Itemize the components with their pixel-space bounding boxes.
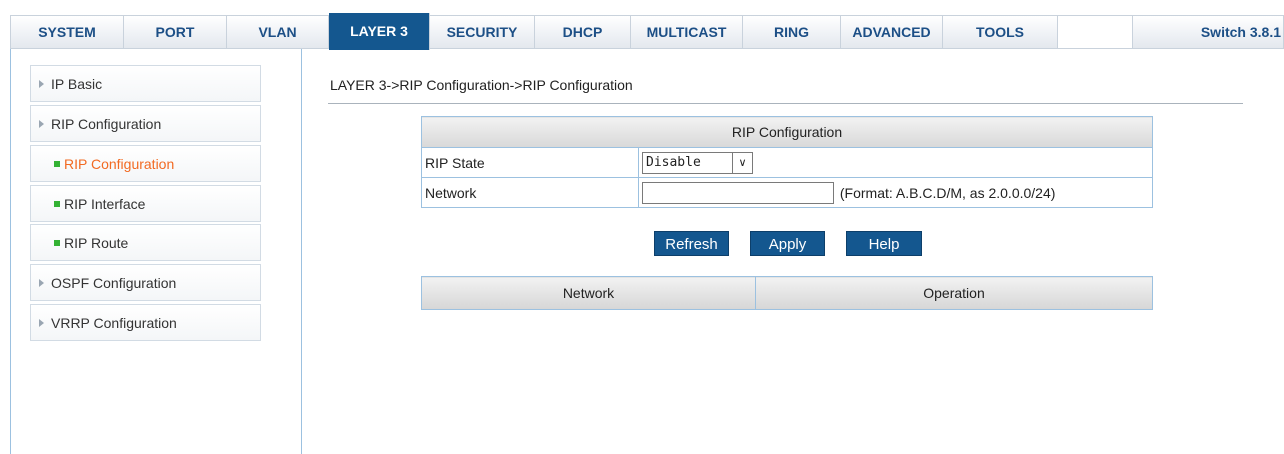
bullet-square-icon: [54, 161, 60, 167]
table-header: RIP Configuration: [421, 116, 1153, 148]
rip-state-label: RIP State: [421, 147, 639, 178]
bullet-square-icon: [54, 201, 60, 207]
sidebar-item-vrrp-configuration[interactable]: VRRP Configuration: [30, 304, 261, 341]
tab-advanced[interactable]: ADVANCED: [841, 16, 943, 48]
caret-right-icon: [39, 120, 44, 128]
tab-vlan[interactable]: VLAN: [227, 16, 329, 48]
tab-layer3[interactable]: LAYER 3: [329, 13, 430, 50]
rip-config-table: RIP Configuration RIP State Disable ∨ Ne…: [421, 116, 1153, 208]
sidebar-item-rip-configuration[interactable]: RIP Configuration: [30, 105, 261, 142]
tab-tools[interactable]: TOOLS: [943, 16, 1057, 48]
bullet-square-icon: [54, 240, 60, 246]
sidebar-item-label: VRRP Configuration: [51, 315, 177, 331]
column-header-operation: Operation: [755, 276, 1153, 310]
network-label: Network: [421, 177, 639, 208]
sidebar-subitem-rip-configuration[interactable]: RIP Configuration: [30, 145, 261, 182]
caret-right-icon: [39, 319, 44, 327]
network-input[interactable]: [642, 181, 834, 204]
tab-dhcp[interactable]: DHCP: [535, 16, 631, 48]
apply-button[interactable]: Apply: [750, 231, 825, 256]
column-header-network: Network: [421, 276, 756, 310]
caret-right-icon: [39, 279, 44, 287]
tab-security[interactable]: SECURITY: [430, 16, 535, 48]
tab-system[interactable]: SYSTEM: [11, 16, 124, 48]
help-button[interactable]: Help: [846, 231, 922, 256]
sidebar-subitem-rip-route[interactable]: RIP Route: [30, 224, 261, 261]
sidebar-item-ospf-configuration[interactable]: OSPF Configuration: [30, 264, 261, 301]
sidebar-item-label: RIP Interface: [64, 196, 146, 212]
table-row: RIP State Disable ∨: [421, 147, 1153, 178]
sidebar-item-label: RIP Route: [64, 235, 129, 251]
divider: [328, 103, 1243, 104]
refresh-button[interactable]: Refresh: [654, 231, 729, 256]
table-row: Network (Format: A.B.C.D/M, as 2.0.0.0/2…: [421, 177, 1153, 208]
tab-multicast[interactable]: MULTICAST: [631, 16, 743, 48]
sidebar-item-label: RIP Configuration: [64, 156, 175, 172]
rip-network-list-table: Network Operation: [421, 276, 1153, 310]
tab-ring[interactable]: RING: [743, 16, 841, 48]
nav-spacer: [1057, 16, 1133, 48]
sidebar-item-label: RIP Configuration: [51, 116, 162, 132]
sidebar-item-label: IP Basic: [51, 76, 103, 92]
sidebar-item-ip-basic[interactable]: IP Basic: [30, 65, 261, 102]
tab-port[interactable]: PORT: [124, 16, 227, 48]
sidebar-subitem-rip-interface[interactable]: RIP Interface: [30, 185, 261, 222]
chevron-down-icon[interactable]: ∨: [732, 152, 752, 173]
rip-state-cell: Disable ∨: [638, 147, 1153, 178]
sidebar-item-label: OSPF Configuration: [51, 275, 177, 291]
network-format-hint: (Format: A.B.C.D/M, as 2.0.0.0/24): [839, 184, 1056, 201]
network-cell: (Format: A.B.C.D/M, as 2.0.0.0/24): [638, 177, 1153, 208]
version-label: Switch 3.8.1: [1200, 24, 1281, 40]
top-nav-bar: SYSTEM PORT VLAN LAYER 3 SECURITY DHCP M…: [10, 13, 1284, 50]
rip-state-value: Disable: [646, 154, 701, 170]
caret-right-icon: [39, 80, 44, 88]
rip-state-select[interactable]: Disable ∨: [642, 151, 753, 174]
breadcrumb: LAYER 3->RIP Configuration->RIP Configur…: [330, 77, 633, 93]
